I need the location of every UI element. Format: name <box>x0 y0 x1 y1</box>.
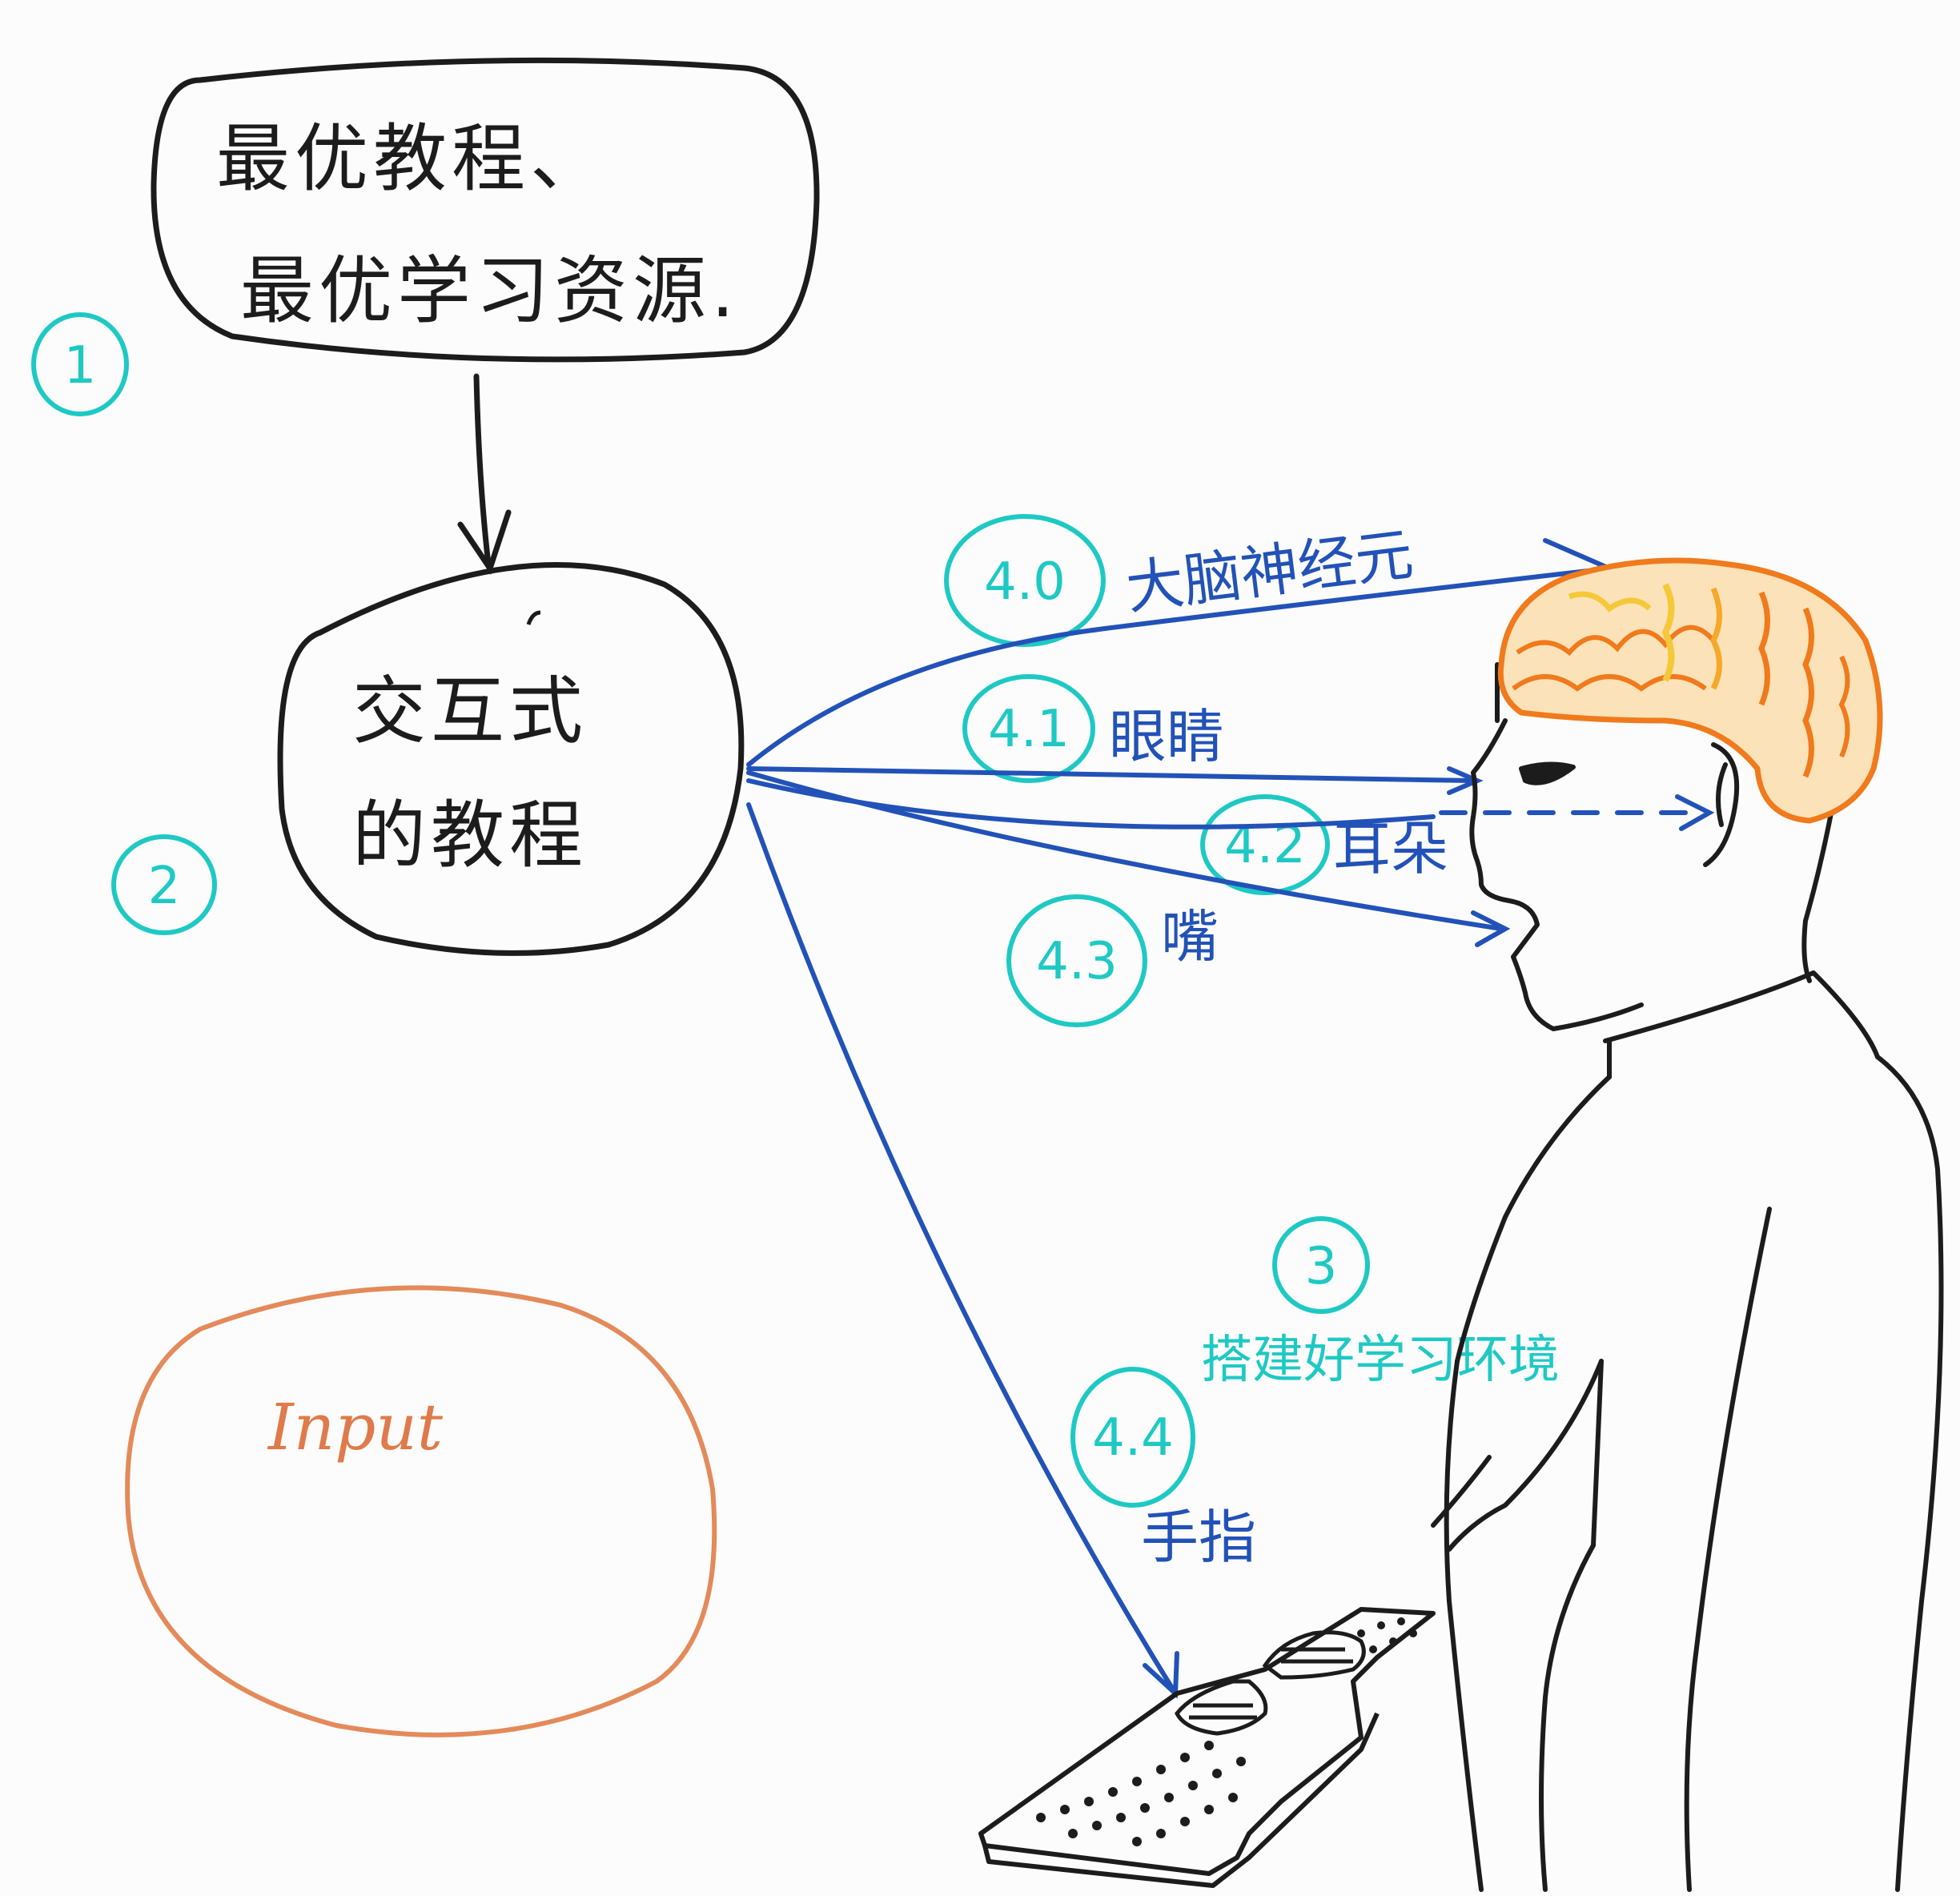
input-bubble-outline <box>125 1285 717 1737</box>
step-4-0-marker: 4.0 <box>944 514 1106 647</box>
step-2-marker: 2 <box>111 834 217 935</box>
svg-text:1: 1 <box>64 336 97 396</box>
svg-text:2: 2 <box>148 857 181 916</box>
label-mouth: 嘴 <box>1161 903 1219 970</box>
top-box-line1: 最优教程、 <box>216 116 608 202</box>
step-4-4-marker: 4.4 <box>1070 1367 1195 1508</box>
step-4-3-marker: 4.3 <box>1006 894 1147 1027</box>
step-1-marker: 1 <box>31 312 129 416</box>
step-4-1-marker: 4.1 <box>962 674 1095 783</box>
svg-text:4.0: 4.0 <box>984 552 1066 612</box>
top-box-line2: 最优学习资源. <box>240 248 739 334</box>
tick-mark <box>526 610 541 625</box>
svg-text:4.1: 4.1 <box>988 700 1070 759</box>
svg-text:4.4: 4.4 <box>1092 1408 1174 1468</box>
middle-box-line1: 交互式 <box>352 669 588 754</box>
middle-box-line2: 的教程 <box>352 793 588 878</box>
hands <box>1175 1630 1366 1736</box>
svg-text:4.3: 4.3 <box>1036 932 1118 991</box>
label-ears: 耳朵 <box>1333 815 1448 882</box>
svg-text:3: 3 <box>1305 1237 1338 1296</box>
person-figure <box>1431 662 1944 1892</box>
label-fingers: 手指 <box>1141 1504 1256 1571</box>
label-eyes: 眼睛 <box>1109 703 1224 770</box>
whiteboard-canvas: 最优教程、 最优学习资源. 交互式 的教程 Input 1 2 3 4.0 4.… <box>31 57 1944 1892</box>
step-4-2-marker: 4.2 <box>1200 794 1330 895</box>
arrow-top-to-middle <box>457 373 512 575</box>
step-3-marker: 3 <box>1272 1216 1370 1314</box>
middle-box-outline <box>277 562 745 956</box>
label-build-learning-environment: 搭建好学习环境 <box>1201 1331 1560 1390</box>
input-bubble-label: Input <box>267 1390 444 1464</box>
brain <box>1497 557 1883 824</box>
